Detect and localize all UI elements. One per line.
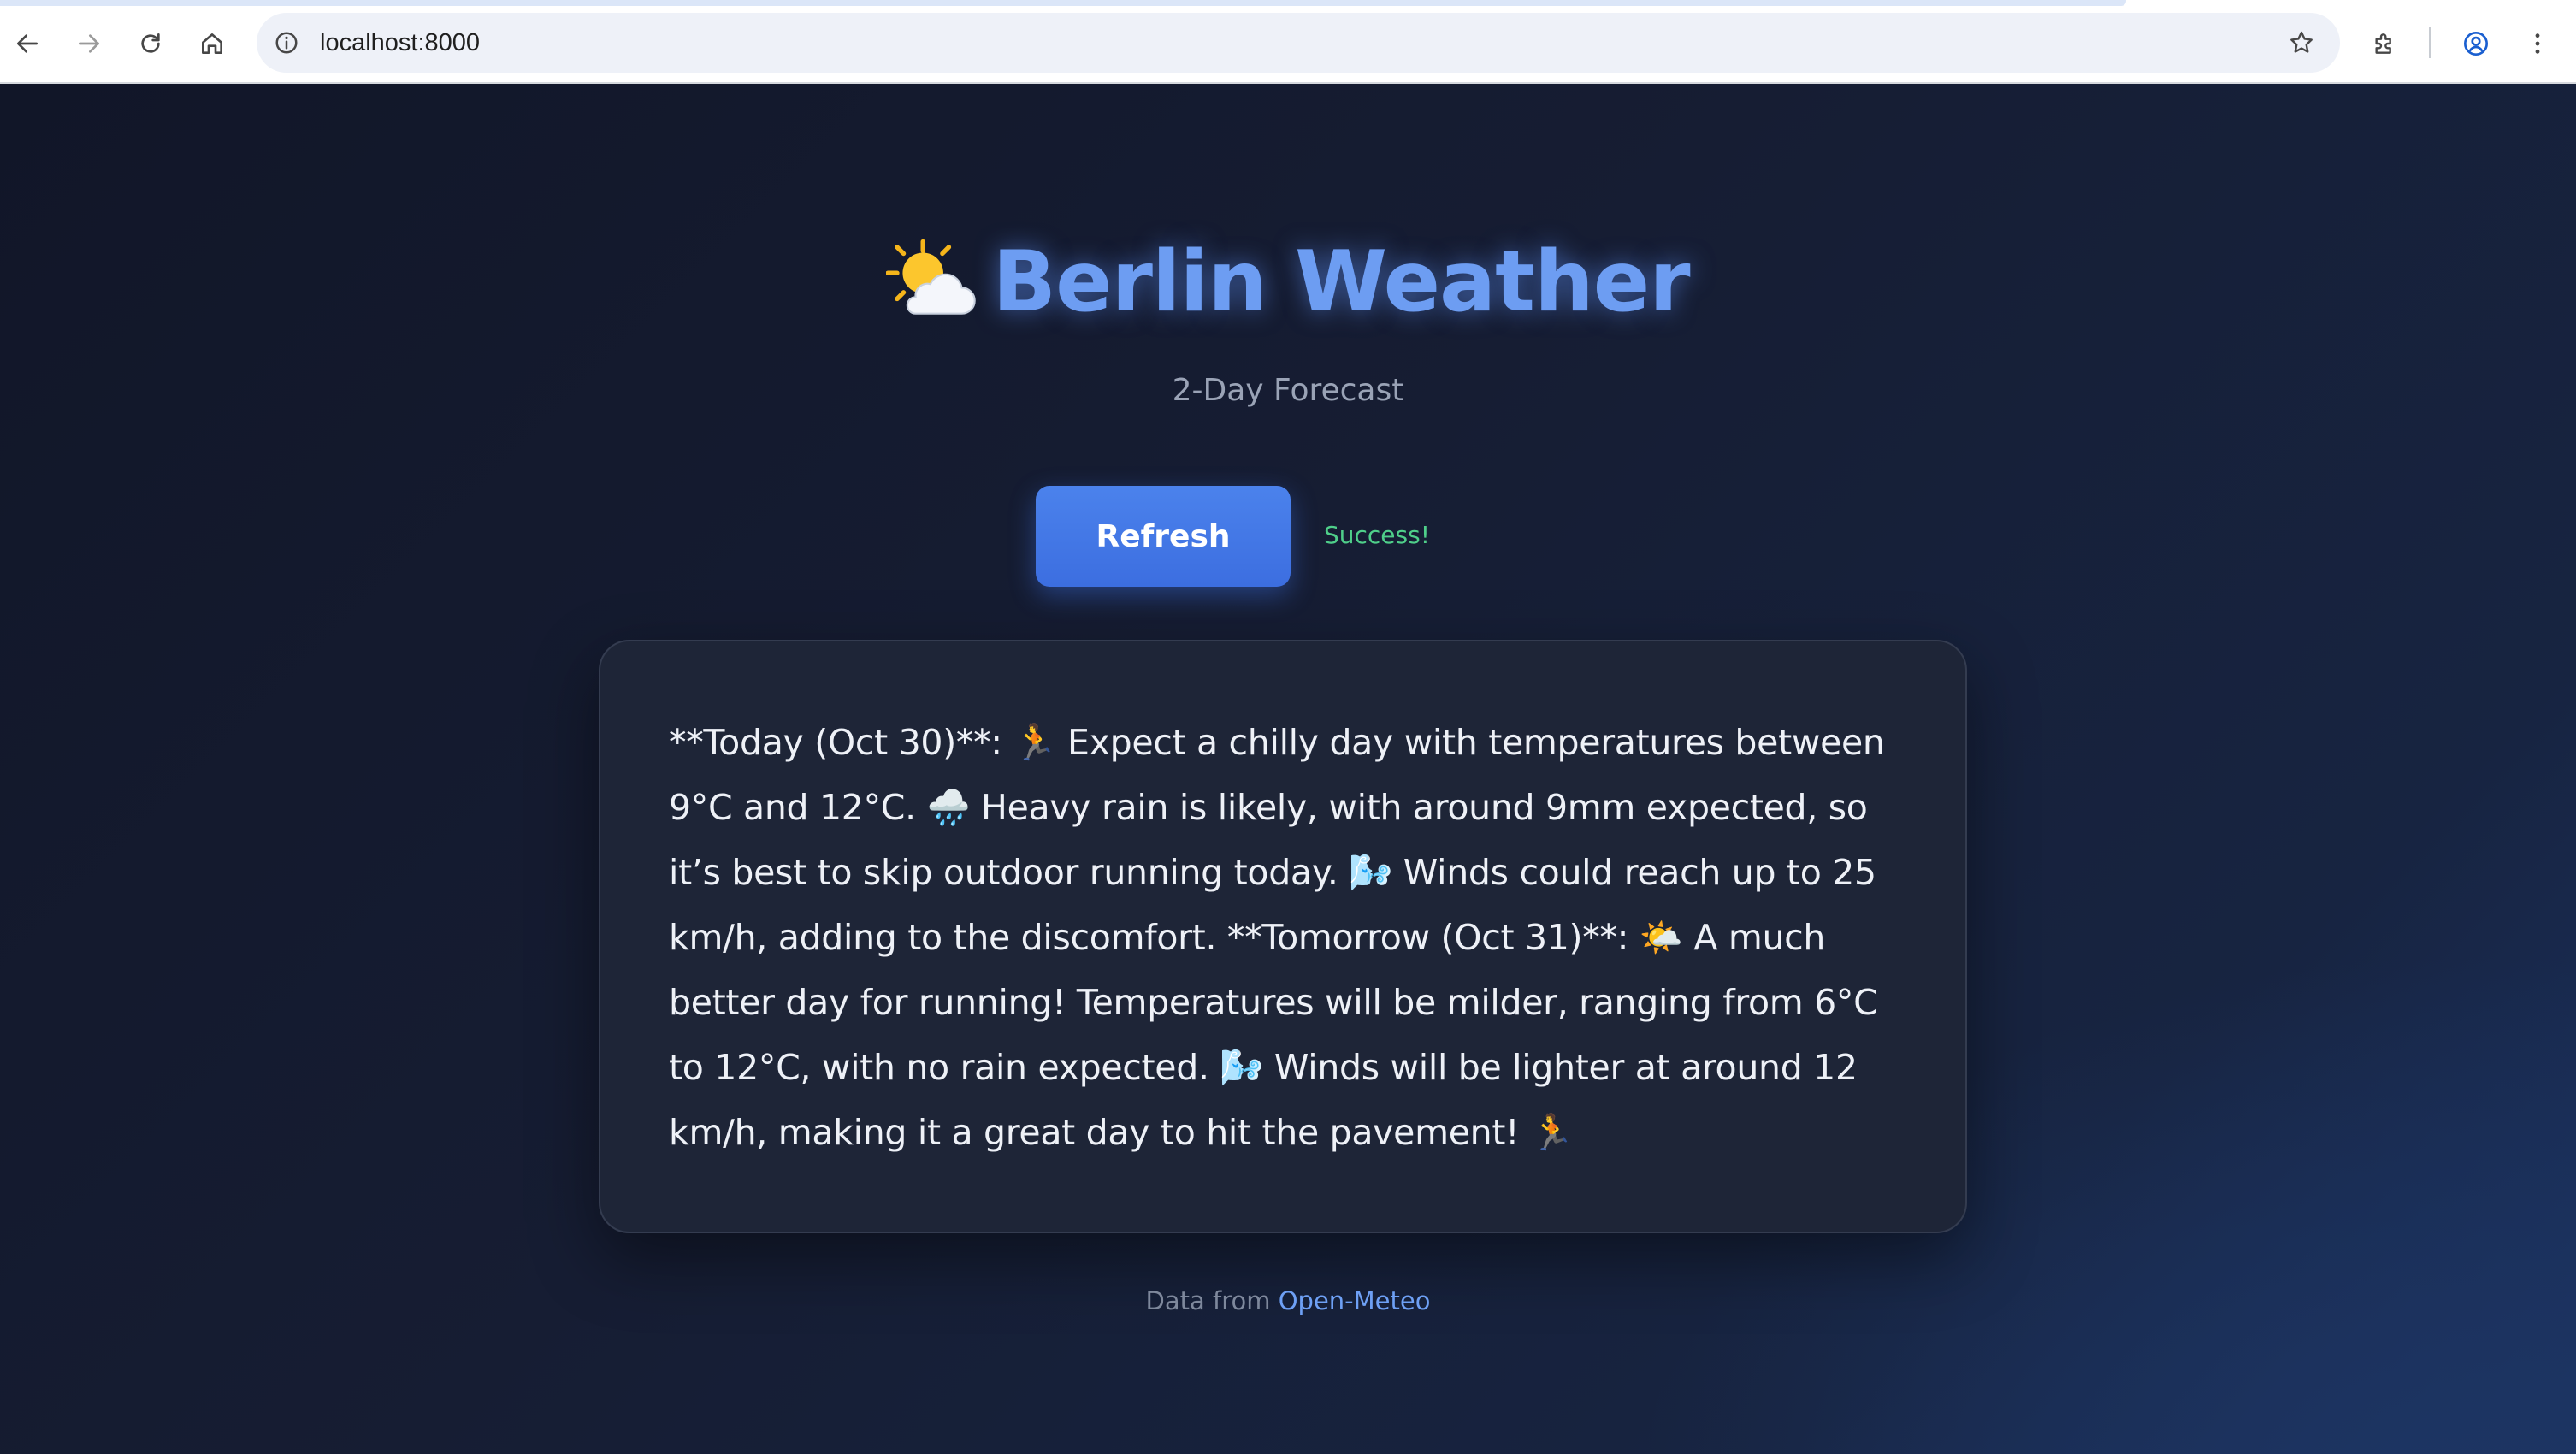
browser-toolbar: localhost:8000	[0, 0, 2576, 84]
arrow-left-icon	[17, 34, 38, 53]
sun-behind-cloud-icon	[886, 239, 977, 315]
tab-strip-edge	[0, 0, 2126, 6]
extensions-button[interactable]	[2360, 19, 2409, 68]
page-subtitle: 2-Day Forecast	[1172, 373, 1404, 408]
forecast-text: **Today (Oct 30)**: 🏃 Expect a chilly da…	[669, 722, 1885, 1153]
address-bar[interactable]: localhost:8000	[257, 13, 2340, 73]
home-button[interactable]	[187, 19, 237, 68]
page-title: Berlin Weather	[992, 233, 1690, 331]
arrow-right-icon	[79, 34, 99, 53]
forecast-card: **Today (Oct 30)**: 🏃 Expect a chilly da…	[599, 640, 1967, 1233]
profile-avatar-icon	[2464, 32, 2488, 56]
toolbar-divider	[2429, 27, 2431, 58]
back-button[interactable]	[3, 19, 52, 68]
open-meteo-link[interactable]: Open-Meteo	[1279, 1286, 1431, 1315]
puzzle-icon	[2375, 33, 2391, 54]
bookmark-star-icon[interactable]	[2285, 27, 2318, 59]
refresh-button[interactable]: Refresh	[1036, 486, 1291, 587]
home-icon	[202, 33, 222, 54]
page-header: Berlin Weather	[0, 233, 2576, 331]
reload-button[interactable]	[126, 19, 175, 68]
footer-attribution: Data from Open-Meteo	[0, 1286, 2576, 1315]
footer-prefix: Data from	[1145, 1286, 1271, 1315]
url-text[interactable]: localhost:8000	[320, 13, 480, 73]
browser-menu-button[interactable]	[2513, 19, 2562, 68]
reload-icon	[141, 33, 160, 53]
page-background: Berlin Weather 2-Day Forecast Refresh Su…	[0, 84, 2576, 1454]
profile-button[interactable]	[2451, 19, 2501, 68]
status-message: Success!	[1324, 521, 1430, 549]
site-info-icon[interactable]	[270, 27, 303, 59]
kebab-menu-icon	[2535, 33, 2540, 54]
forward-button[interactable]	[64, 19, 114, 68]
